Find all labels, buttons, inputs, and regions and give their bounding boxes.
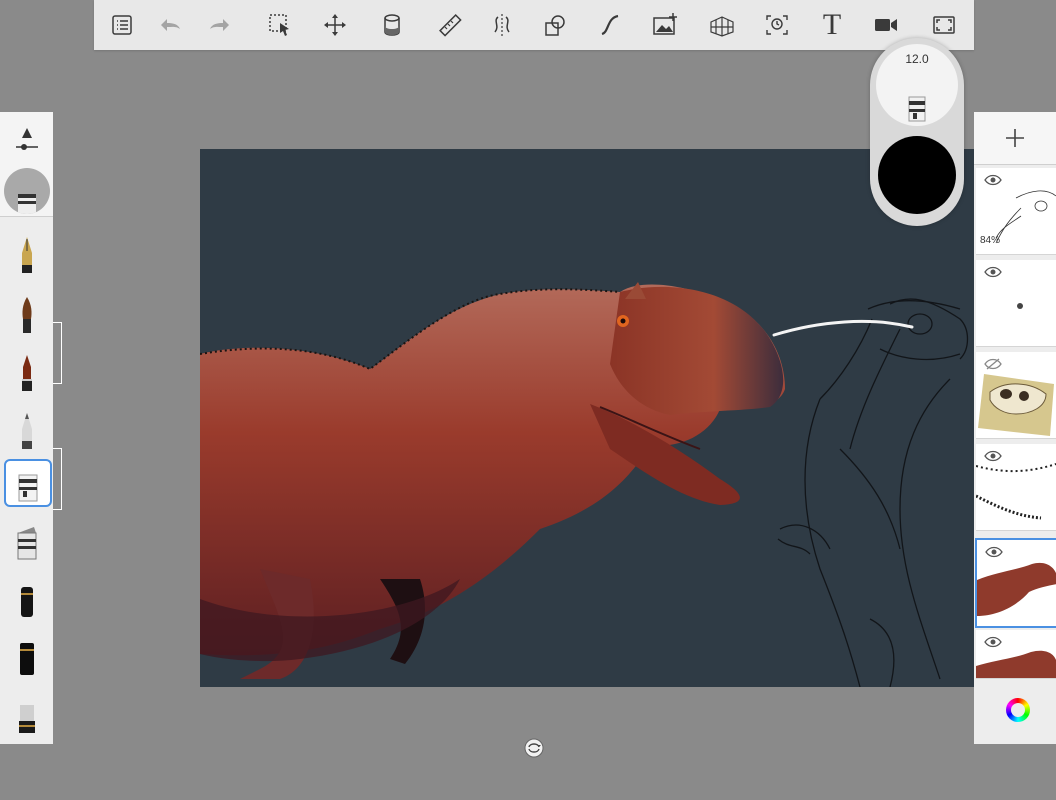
airbrush-icon[interactable] [10, 578, 44, 620]
plus-icon [1006, 129, 1024, 147]
color-wheel-icon[interactable] [1006, 698, 1030, 722]
text-icon[interactable]: T [814, 7, 850, 43]
layer-skull-reference[interactable] [976, 352, 1056, 439]
drawing-canvas[interactable] [200, 149, 974, 687]
layer-dinosaur-paint-selected[interactable] [975, 538, 1056, 628]
hard-eraser-icon[interactable] [10, 520, 44, 562]
layer-thumbnail [977, 563, 1056, 616]
pencil-icon[interactable] [10, 410, 44, 452]
paintbrush-icon[interactable] [10, 294, 44, 336]
record-icon[interactable] [868, 7, 904, 43]
layer-opacity: 84% [980, 235, 1001, 246]
brush-size-opacity-slider-icon[interactable] [14, 126, 40, 154]
brush-group-bracket [53, 448, 62, 510]
layer-scales[interactable] [976, 444, 1056, 531]
layer-panel: 84% [974, 112, 1056, 744]
layer-dinosaur-base[interactable] [976, 630, 1056, 679]
shapes-icon[interactable] [537, 7, 573, 43]
time-lapse-icon[interactable] [759, 7, 795, 43]
soft-airbrush-icon[interactable] [10, 636, 44, 678]
brush-puck[interactable]: 12.0 [870, 38, 964, 226]
curve-icon[interactable] [592, 7, 628, 43]
layer-dot[interactable] [976, 260, 1056, 347]
current-brush-preview[interactable] [4, 168, 50, 214]
artwork [200, 282, 969, 687]
brush-palette-header [0, 112, 53, 217]
undo-icon[interactable] [152, 7, 188, 43]
marker-icon[interactable] [10, 352, 44, 394]
layer-thumbnail [976, 650, 1056, 678]
symmetry-icon[interactable] [484, 7, 520, 43]
add-image-icon[interactable] [647, 7, 683, 43]
brush-palette [0, 112, 53, 744]
layer-thumbnail [976, 463, 1056, 520]
selection-icon[interactable] [262, 7, 298, 43]
perspective-icon[interactable] [704, 7, 740, 43]
add-layer-button[interactable] [974, 112, 1056, 165]
eraser-brush-selected-icon[interactable] [4, 459, 52, 507]
text-tool-glyph: T [822, 8, 842, 41]
canvas-rotate-icon[interactable] [524, 738, 544, 758]
layer-sketch-head[interactable]: 84% [976, 168, 1056, 255]
color-swatch[interactable] [878, 136, 956, 214]
pen-brush-icon[interactable] [10, 234, 44, 276]
top-toolbar: T [94, 0, 974, 50]
puck-brush-icon [903, 95, 931, 123]
layer-thumbnail [978, 374, 1054, 436]
fullscreen-icon[interactable] [926, 7, 962, 43]
ruler-icon[interactable] [432, 7, 468, 43]
redo-icon[interactable] [202, 7, 238, 43]
layer-thumbnail [1017, 303, 1023, 309]
transform-icon[interactable] [317, 7, 353, 43]
list-icon[interactable] [104, 7, 140, 43]
brush-group-bracket [53, 322, 62, 384]
smudge-icon[interactable] [10, 694, 44, 736]
fill-icon[interactable] [374, 7, 410, 43]
brush-size-value: 12.0 [905, 52, 929, 66]
